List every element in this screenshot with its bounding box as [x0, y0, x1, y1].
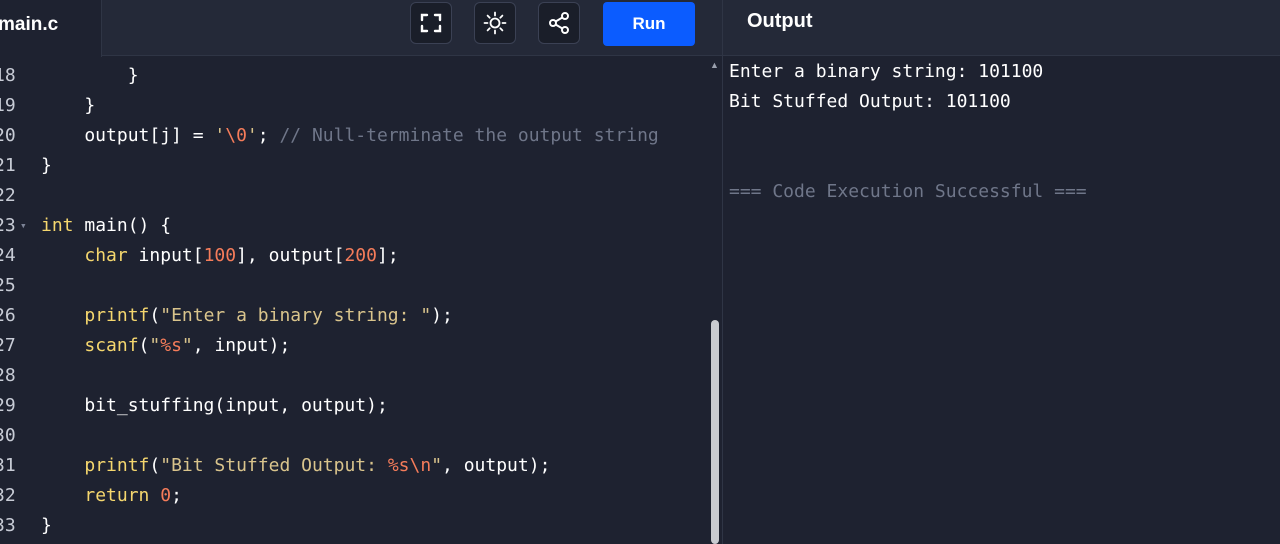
line-number: 27 — [0, 335, 16, 356]
line-number: 31 — [0, 455, 16, 476]
output-panel-title: Output — [747, 10, 813, 32]
share-button[interactable] — [538, 2, 580, 44]
code-editor[interactable]: 18 }19 }20 output[j] = '\0'; // Null-ter… — [0, 57, 722, 544]
code-line[interactable]: 20 output[j] = '\0'; // Null-terminate t… — [0, 121, 722, 151]
theme-toggle-button[interactable] — [474, 2, 516, 44]
share-icon — [549, 12, 569, 34]
code-line[interactable]: 25 — [0, 271, 722, 301]
line-number: 24 — [0, 245, 16, 266]
line-number: 19 — [0, 95, 16, 116]
code-text: printf("Bit Stuffed Output: %s\n", outpu… — [84, 455, 551, 476]
code-line[interactable]: 23▾ int main() { — [0, 211, 722, 241]
theme-toggle-icon — [483, 11, 507, 35]
line-number: 21 — [0, 155, 16, 176]
code-text: return 0; — [84, 485, 182, 506]
code-line[interactable]: 30 — [0, 421, 722, 451]
code-line[interactable]: 24 char input[100], output[200]; — [0, 241, 722, 271]
code-line[interactable]: 19 } — [0, 91, 722, 121]
line-number: 26 — [0, 305, 16, 326]
editor-scrollbar-thumb[interactable] — [711, 320, 719, 544]
line-number: 32 — [0, 485, 16, 506]
top-bar: main.c Run Output — [0, 0, 1280, 57]
panel-divider[interactable] — [722, 0, 723, 544]
code-line[interactable]: 28 — [0, 361, 722, 391]
code-text: bit_stuffing(input, output); — [41, 395, 388, 416]
code-text: } — [41, 65, 139, 86]
execution-status: === Code Execution Successful === — [729, 181, 1087, 202]
output-line: Enter a binary string: 101100 — [729, 61, 1044, 82]
line-number: 20 — [0, 125, 16, 146]
line-number: 29 — [0, 395, 16, 416]
code-line[interactable]: 31 printf("Bit Stuffed Output: %s\n", ou… — [0, 451, 722, 481]
run-button[interactable]: Run — [603, 2, 695, 46]
code-text: } — [41, 155, 52, 176]
fullscreen-icon — [420, 13, 442, 33]
line-number: 28 — [0, 365, 16, 386]
code-text: } — [41, 515, 52, 536]
line-number: 30 — [0, 425, 16, 446]
code-text: } — [41, 95, 96, 116]
line-number: 22 — [0, 185, 16, 206]
line-number: 33 — [0, 515, 16, 536]
code-line[interactable]: 22 — [0, 181, 722, 211]
code-line[interactable]: 18 } — [0, 61, 722, 91]
code-text: scanf("%s", input); — [84, 335, 291, 356]
output-line: Bit Stuffed Output: 101100 — [729, 91, 1011, 112]
code-line[interactable]: 26 printf("Enter a binary string: "); — [0, 301, 722, 331]
line-number: 25 — [0, 275, 16, 296]
fold-arrow-icon[interactable]: ▾ — [20, 211, 27, 241]
fullscreen-button[interactable] — [410, 2, 452, 44]
code-line[interactable]: 29 bit_stuffing(input, output); — [0, 391, 722, 421]
code-text: printf("Enter a binary string: "); — [84, 305, 453, 326]
scroll-up-arrow-icon[interactable]: ▲ — [710, 60, 719, 70]
file-tab[interactable]: main.c — [0, 0, 102, 57]
code-line[interactable]: 32 return 0; — [0, 481, 722, 511]
code-line[interactable]: 33} — [0, 511, 722, 541]
code-text: int main() { — [41, 215, 172, 236]
code-text: output[j] = '\0'; // Null-terminate the … — [41, 125, 659, 146]
code-line[interactable]: 27 scanf("%s", input); — [0, 331, 722, 361]
code-text: char input[100], output[200]; — [84, 245, 399, 266]
line-number: 18 — [0, 65, 16, 86]
code-line[interactable]: 21} — [0, 151, 722, 181]
line-number: 23 — [0, 215, 16, 236]
